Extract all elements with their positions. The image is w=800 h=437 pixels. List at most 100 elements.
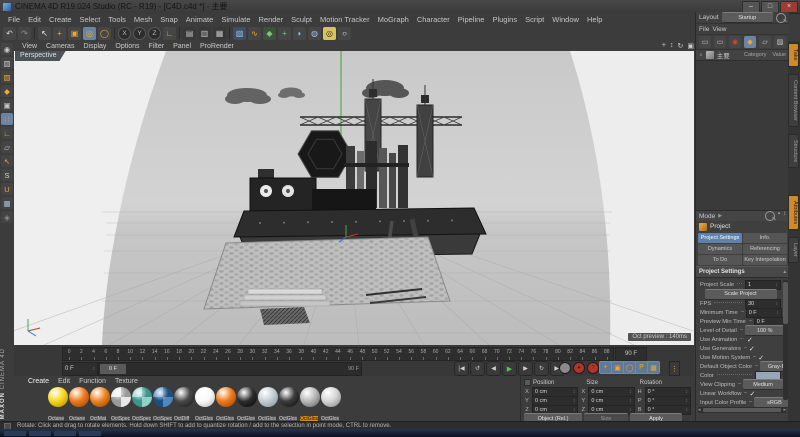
stepper-icon[interactable]: ↕ xyxy=(629,389,632,395)
scroll-right-icon[interactable]: ▸ xyxy=(783,407,786,413)
frame-tick[interactable]: 46 xyxy=(344,348,356,360)
frame-tick[interactable]: 34 xyxy=(271,348,283,360)
stepper-icon[interactable]: ↕ xyxy=(629,407,632,413)
magnet-snap-icon[interactable]: U xyxy=(1,183,13,195)
menu-edit[interactable]: Edit xyxy=(24,15,45,24)
frame-tick[interactable]: 2 xyxy=(75,348,87,360)
deformers-icon[interactable]: ◗ xyxy=(293,27,306,40)
material-sphere[interactable] xyxy=(69,387,89,407)
take-name[interactable]: 主要 xyxy=(717,50,730,60)
material-sphere[interactable] xyxy=(321,387,341,407)
frame-tick[interactable]: 38 xyxy=(295,348,307,360)
frame-tick[interactable]: 32 xyxy=(259,348,271,360)
take-menu-view[interactable]: View xyxy=(712,26,726,33)
vpmenu-panel[interactable]: Panel xyxy=(173,43,191,50)
point-level-animation-toggle[interactable]: ▦ xyxy=(648,362,659,373)
scale-key-toggle[interactable]: ▣ xyxy=(612,362,623,373)
rotate-tool-icon[interactable]: ◎ xyxy=(83,27,96,40)
menu-tools[interactable]: Tools xyxy=(104,15,130,24)
material-item[interactable]: OctSpec xyxy=(111,387,131,425)
menu-motion-tracker[interactable]: Motion Tracker xyxy=(316,15,374,24)
toggle-panel-icon[interactable]: ▣ xyxy=(687,42,694,50)
tab-structure[interactable]: Structure xyxy=(788,134,799,168)
stepper-icon[interactable]: ↕ xyxy=(573,398,576,404)
material-item[interactable]: OctSpec xyxy=(153,387,173,425)
material-sphere[interactable] xyxy=(48,387,68,407)
menu-window[interactable]: Window xyxy=(548,15,583,24)
frame-tick[interactable]: 80 xyxy=(552,348,564,360)
object-axis-mode-icon[interactable]: ▣ xyxy=(1,99,13,111)
viewport-canvas[interactable]: Oct preview : 140ms xyxy=(14,51,694,345)
frame-tick[interactable]: 60 xyxy=(430,348,442,360)
make-editable-icon[interactable]: ◉ xyxy=(1,43,13,55)
material-menu-create[interactable]: Create xyxy=(28,378,49,385)
menu-help[interactable]: Help xyxy=(583,15,606,24)
material-sphere[interactable] xyxy=(174,387,194,407)
add-primitive-object-icon[interactable]: ▧ xyxy=(233,27,246,40)
close-button[interactable]: × xyxy=(780,1,798,13)
take-filter-icon[interactable]: ▨ xyxy=(774,36,786,48)
material-item[interactable]: OctMat xyxy=(90,387,110,425)
z-axis-lock-icon[interactable]: Z xyxy=(148,27,161,40)
coordinate-system-icon[interactable]: ∟ xyxy=(163,27,176,40)
material-sphere[interactable] xyxy=(279,387,299,407)
tab-content-browser[interactable]: Content Browser xyxy=(788,74,799,127)
material-sphere[interactable] xyxy=(111,387,131,407)
vpmenu-prorender[interactable]: ProRender xyxy=(200,43,234,50)
stepper-icon[interactable]: ↕ xyxy=(685,389,688,395)
stepper-icon[interactable]: ↕ xyxy=(776,282,779,288)
slider-handle[interactable]: 0 F xyxy=(100,364,126,374)
vpmenu-view[interactable]: View xyxy=(22,43,37,50)
frame-tick[interactable]: 54 xyxy=(393,348,405,360)
spline-pen-icon[interactable]: ∿ xyxy=(248,27,261,40)
frame-tick[interactable]: 82 xyxy=(564,348,576,360)
frame-tick[interactable]: 30 xyxy=(246,348,258,360)
menu-file[interactable]: File xyxy=(4,15,24,24)
live-selection-tool-icon[interactable]: ↖ xyxy=(38,27,51,40)
tab-attributes[interactable]: Attributes xyxy=(788,195,799,230)
undo-icon[interactable]: ↶ xyxy=(3,27,16,40)
layout-dropdown[interactable]: Startup xyxy=(722,12,773,23)
material-sphere[interactable] xyxy=(237,387,257,407)
material-menu-function[interactable]: Function xyxy=(79,378,106,385)
frame-tick[interactable]: 36 xyxy=(283,348,295,360)
stepper-icon[interactable]: ↕ xyxy=(93,366,96,372)
take-menu-file[interactable]: File xyxy=(699,26,709,33)
lock-workplane-icon[interactable]: ◈ xyxy=(1,211,13,223)
material-sphere[interactable] xyxy=(216,387,236,407)
goto-start-button[interactable]: |◀ xyxy=(454,361,469,376)
material-item[interactable]: Octane xyxy=(48,387,68,425)
edges-mode-icon[interactable]: ∟ xyxy=(1,127,13,139)
menu-create[interactable]: Create xyxy=(45,15,76,24)
menu-animate[interactable]: Animate xyxy=(182,15,218,24)
take-column-value[interactable]: Value xyxy=(772,52,786,58)
workplane-mode-icon[interactable]: ◆ xyxy=(1,85,13,97)
stepper-icon[interactable]: ↕ xyxy=(629,398,632,404)
frame-tick[interactable]: 66 xyxy=(466,348,478,360)
menu-snap[interactable]: Snap xyxy=(156,15,182,24)
attr-tab-referencing[interactable]: Referencing xyxy=(743,244,787,254)
stepper-icon[interactable]: ↕ xyxy=(685,407,688,413)
menu-render[interactable]: Render xyxy=(255,15,288,24)
horizontal-scrollbar[interactable]: ◂ ▸ xyxy=(698,407,786,413)
model-mode-icon[interactable]: ▧ xyxy=(1,57,13,69)
frame-tick[interactable]: 14 xyxy=(149,348,161,360)
material-item[interactable]: OctSpec xyxy=(132,387,152,425)
menu-select[interactable]: Select xyxy=(76,15,105,24)
attr-tab-info[interactable]: Info. xyxy=(743,233,787,243)
x-axis-lock-icon[interactable]: X xyxy=(118,27,131,40)
frame-tick[interactable]: 74 xyxy=(515,348,527,360)
take-header[interactable]: × 主要 CategoryValue xyxy=(696,49,789,61)
menu-pipeline[interactable]: Pipeline xyxy=(454,15,489,24)
frame-tick[interactable]: 44 xyxy=(332,348,344,360)
rotate-view-icon[interactable]: ↻ xyxy=(678,42,684,50)
frame-tick[interactable]: 4 xyxy=(87,348,99,360)
take-audio-icon[interactable]: ◆ xyxy=(744,36,756,48)
previous-frame-button[interactable]: ◀ xyxy=(486,361,501,376)
attr-tab-to-do[interactable]: To Do xyxy=(698,255,742,265)
material-item[interactable]: OctGlos xyxy=(279,387,299,425)
scroll-thumb[interactable] xyxy=(703,408,782,412)
frame-tick[interactable]: 40 xyxy=(307,348,319,360)
material-item[interactable]: OctDiff xyxy=(174,387,194,425)
stepper-icon[interactable]: ↕ xyxy=(573,407,576,413)
